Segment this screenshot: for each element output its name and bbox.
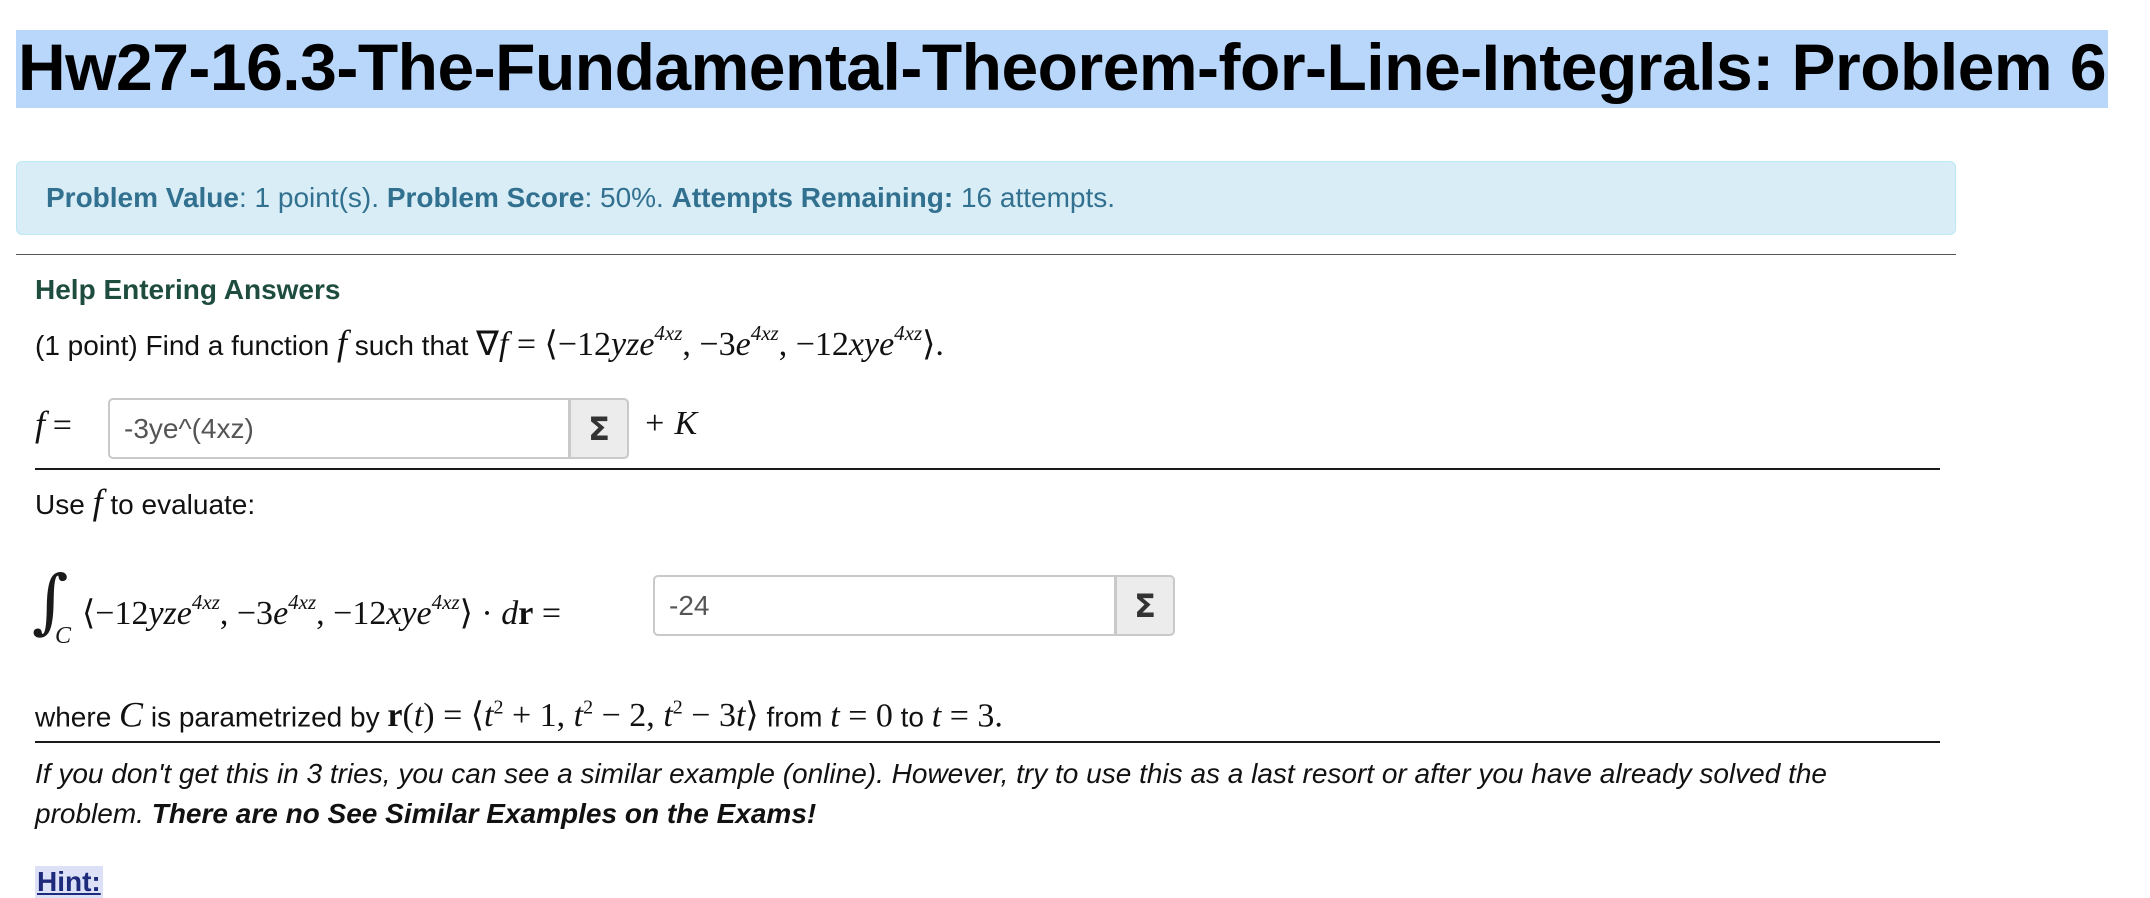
answer-input-integral[interactable]: -24 (653, 575, 1116, 636)
contour-subscript: C (55, 623, 72, 649)
from-text: from (766, 701, 823, 733)
divider-top (16, 254, 1956, 255)
problem-statement: (1 point) Find a function f such that ∇f… (35, 315, 944, 364)
plus-constant: + K (643, 406, 697, 443)
problem-page: Hw27-16.3-The-Fundamental-Theorem-for-Li… (0, 0, 2150, 898)
similar-example-note: If you don't get this in 3 tries, you ca… (35, 754, 1905, 834)
help-entering-answers-link[interactable]: Help Entering Answers (35, 274, 340, 306)
problem-score-label: Problem Score (386, 182, 585, 213)
problem-value-text: : 1 point(s). (238, 182, 387, 213)
curve-symbol: C (119, 694, 144, 735)
hint-link[interactable]: Hint: (35, 866, 103, 898)
divider-2 (35, 741, 1940, 743)
problem-score-text: : 50%. (584, 182, 672, 213)
to-text: to (900, 701, 925, 733)
to-evaluate-text: to evaluate: (110, 489, 256, 520)
start-bound: t = 0 (830, 697, 893, 735)
use-text: Use (35, 489, 85, 520)
intro-text: (1 point) Find a function (35, 330, 330, 361)
function-symbol: f (336, 323, 347, 363)
problem-info-bar: Problem Value: 1 point(s). Problem Score… (16, 161, 1956, 235)
such-that-text: such that (354, 330, 469, 361)
attempts-remaining-label: Attempts Remaining: (671, 182, 954, 213)
problem-value-label: Problem Value (46, 182, 239, 213)
f-equals-label: f = (35, 404, 72, 444)
plus-k-text: + K (643, 405, 698, 442)
gradient-equation: ∇f = ⟨−12yze4xz, −3e4xz, −12xye4xz⟩. (476, 321, 944, 363)
title-selection: Hw27-16.3-The-Fundamental-Theorem-for-Li… (16, 30, 2109, 108)
parametrization-statement: where C is parametrized by r(t) = ⟨t2 + … (35, 690, 1003, 735)
attempts-remaining-text: 16 attempts. (953, 182, 1116, 213)
end-bound: t = 3. (931, 697, 1003, 735)
line-integral-expression: ⟨−12yze4xz, −3e4xz, −12xye4xz⟩ · dr = (82, 590, 561, 632)
page-title: Hw27-16.3-The-Fundamental-Theorem-for-Li… (16, 30, 2109, 108)
divider-1 (35, 468, 1940, 470)
equation-editor-button[interactable]: Σ (1115, 575, 1175, 636)
note-bold-text: There are no See Similar Examples on the… (151, 798, 817, 829)
equation-editor-button[interactable]: Σ (569, 398, 629, 459)
parametrized-text: is parametrized by (150, 701, 380, 733)
use-f-instruction: Use f to evaluate: (35, 484, 255, 523)
answer-input-f[interactable]: -3ye^(4xz) (108, 398, 570, 459)
where-text: where (35, 701, 112, 733)
parametrization-formula: r(t) = ⟨t2 + 1, t2 − 2, t2 − 3t⟩ (387, 697, 759, 735)
function-symbol: f (92, 482, 103, 522)
